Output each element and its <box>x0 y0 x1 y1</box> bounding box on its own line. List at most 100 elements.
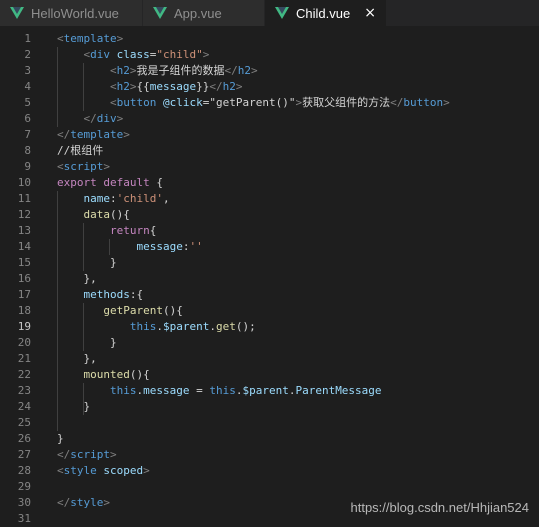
code-token: }, <box>57 272 97 285</box>
line-number: 11 <box>0 191 31 207</box>
code-token: </ <box>224 64 237 77</box>
line-number: 22 <box>0 367 31 383</box>
code-text: </script> <box>57 447 117 463</box>
code-token: script <box>64 160 104 173</box>
code-text: <div class="child"> <box>57 47 209 63</box>
line-number: 10 <box>0 175 31 191</box>
line-number: 2 <box>0 47 31 63</box>
code-token: </ <box>390 96 403 109</box>
line-number: 28 <box>0 463 31 479</box>
code-line: 8//根组件 <box>0 143 539 159</box>
code-token: "child" <box>156 48 202 61</box>
code-text: </style> <box>57 495 110 511</box>
code-token: > <box>143 464 150 477</box>
code-token: (){ <box>130 368 150 381</box>
code-token: template <box>64 32 117 45</box>
code-text: <button @click="getParent()">获取父组件的方法</b… <box>57 95 450 111</box>
code-line: 28 <style scoped> <box>0 463 539 479</box>
code-line: 11 name:'child', <box>0 191 539 207</box>
close-icon[interactable]: × <box>364 5 376 21</box>
indent-guide <box>57 191 58 431</box>
vue-icon <box>275 7 289 19</box>
tab-label: Child.vue <box>296 6 350 21</box>
code-line: 26} <box>0 431 539 447</box>
code-token: > <box>117 32 124 45</box>
tab-child[interactable]: Child.vue × <box>265 0 387 26</box>
code-token: message <box>150 80 196 93</box>
code-text: data(){ <box>57 207 130 223</box>
indent-guide <box>83 63 84 111</box>
code-token: methods <box>84 288 130 301</box>
code-line: 27 </script> <box>0 447 539 463</box>
line-number: 23 <box>0 383 31 399</box>
line-number: 26 <box>0 431 31 447</box>
line-number: 3 <box>0 63 31 79</box>
line-number: 12 <box>0 207 31 223</box>
code-token: :{ <box>130 288 143 301</box>
code-line: 7</template> <box>0 127 539 143</box>
line-number: 25 <box>0 415 31 431</box>
watermark: https://blog.csdn.net/Hhjian524 <box>350 500 529 515</box>
code-line: 23 this.message = this.$parent.ParentMes… <box>0 383 539 399</box>
code-token: > <box>251 64 258 77</box>
code-line: 4 <h2>{{message}}</h2> <box>0 79 539 95</box>
code-line: 2 <div class="child"> <box>0 47 539 63</box>
code-token: message <box>143 384 189 397</box>
code-line: 20 } <box>0 335 539 351</box>
code-token: . <box>156 320 163 333</box>
code-line: 10export default { <box>0 175 539 191</box>
code-token: </ <box>57 448 70 461</box>
code-line: 3 <h2>我是子组件的数据</h2> <box>0 63 539 79</box>
code-token: this <box>110 384 137 397</box>
code-text: <h2>我是子组件的数据</h2> <box>57 63 258 79</box>
line-number: 24 <box>0 399 31 415</box>
code-token: > <box>103 160 110 173</box>
code-token: button <box>403 96 443 109</box>
code-token: < <box>57 32 64 45</box>
code-token: h2 <box>117 64 130 77</box>
code-token: (){ <box>163 304 183 317</box>
code-text: <style scoped> <box>57 463 150 479</box>
tab-app[interactable]: App.vue <box>143 0 265 26</box>
code-token <box>57 192 84 205</box>
code-token: name <box>84 192 111 205</box>
code-token: < <box>110 80 117 93</box>
line-number: 15 <box>0 255 31 271</box>
code-token: class <box>117 48 150 61</box>
code-token: message <box>136 240 182 253</box>
code-token: 我是子组件的数据 <box>136 64 224 77</box>
code-token: > <box>236 80 243 93</box>
indent-guide <box>57 47 58 127</box>
code-token: {{ <box>136 80 149 93</box>
code-token <box>57 208 84 221</box>
code-token: (); <box>236 320 256 333</box>
code-token: </ <box>84 112 97 125</box>
code-token: getParent <box>103 304 163 317</box>
tab-helloworld[interactable]: HelloWorld.vue <box>0 0 143 26</box>
code-editor[interactable]: 1<template>2 <div class="child">3 <h2>我是… <box>0 26 539 525</box>
line-number: 29 <box>0 479 31 495</box>
line-number: 18 <box>0 303 31 319</box>
code-text: mounted(){ <box>57 367 150 383</box>
code-token: button <box>117 96 157 109</box>
line-number: 19 <box>0 319 31 335</box>
code-token <box>57 320 130 333</box>
code-token: ParentMessage <box>295 384 381 397</box>
code-token: script <box>70 448 110 461</box>
tab-label: HelloWorld.vue <box>31 6 119 21</box>
line-number: 6 <box>0 111 31 127</box>
code-line: 14 message:'' <box>0 239 539 255</box>
line-number: 7 <box>0 127 31 143</box>
code-token: </ <box>57 128 70 141</box>
code-token: </ <box>57 496 70 509</box>
line-number: 27 <box>0 447 31 463</box>
code-token: }, <box>57 352 97 365</box>
code-token: 获取父组件的方法 <box>302 96 390 109</box>
code-token: default <box>103 176 149 189</box>
code-token: (){ <box>110 208 130 221</box>
indent-guide <box>83 303 84 351</box>
code-token: } <box>57 256 117 269</box>
code-line: 22 mounted(){ <box>0 367 539 383</box>
code-token: . <box>209 320 216 333</box>
code-token: @click <box>163 96 203 109</box>
